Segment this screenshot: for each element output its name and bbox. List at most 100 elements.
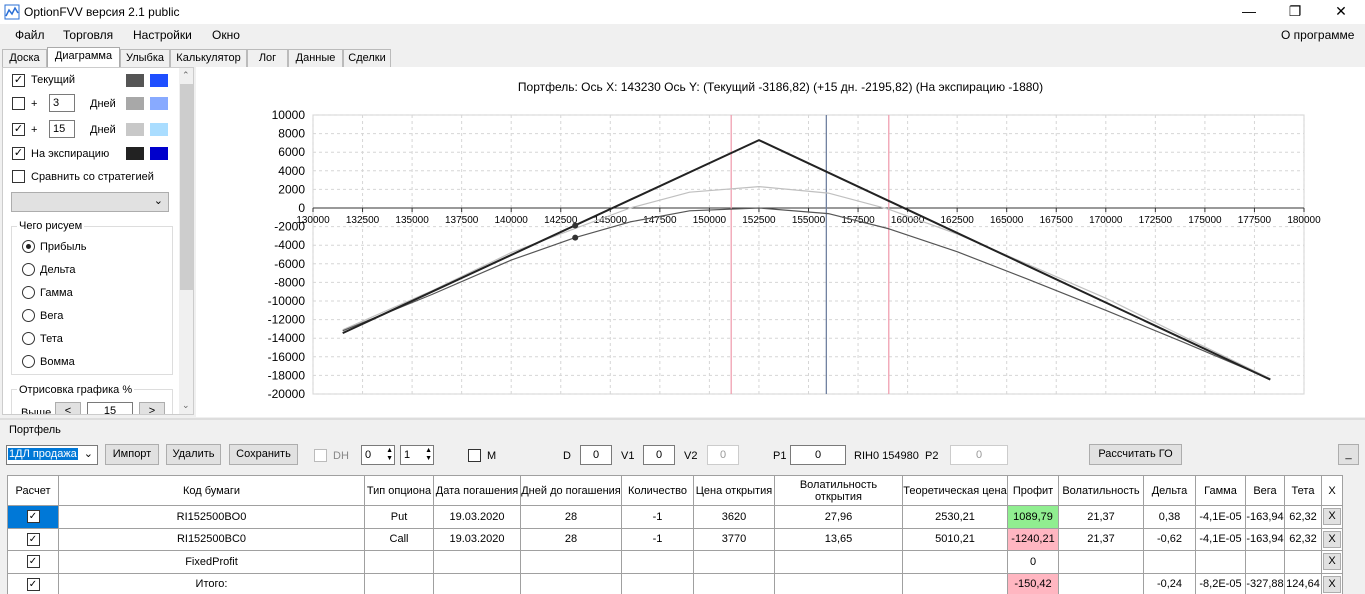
calc-checkbox[interactable]: ✓ xyxy=(26,532,40,546)
table-row[interactable]: ✓ RI152500BC0 Call 19.03.2020 28 -1 3770 13,65 5… xyxy=(7,527,1343,551)
scroll-thumb[interactable] xyxy=(180,84,193,290)
spin-arrows-icon[interactable]: ▲ ▼ xyxy=(425,447,432,463)
collapse-button[interactable]: _ xyxy=(1338,444,1359,465)
left-panel-scrollbar[interactable]: ⌃ ⌄ xyxy=(179,68,193,414)
calc-checkbox[interactable]: ✓ xyxy=(26,555,40,569)
remove-row-button[interactable]: X xyxy=(1323,508,1341,526)
delete-button[interactable]: Удалить xyxy=(166,444,221,465)
calc-checkbox[interactable]: ✓ xyxy=(26,577,40,591)
v1-input[interactable]: 0 xyxy=(643,445,675,465)
save-button[interactable]: Сохранить xyxy=(229,444,298,465)
portfolio-select[interactable]: 1ДЛ продажа ⌄ xyxy=(6,445,98,465)
tab-deals[interactable]: Сделки xyxy=(343,49,391,68)
maximize-button[interactable]: ❐ xyxy=(1272,0,1318,24)
dh-spin-1[interactable]: 0 ▲ ▼ xyxy=(361,445,395,465)
above-input[interactable]: 15 xyxy=(87,402,133,414)
cell-remove[interactable]: X xyxy=(1321,572,1343,594)
col-header-theta[interactable]: Тета xyxy=(1284,475,1322,506)
calc-checkbox[interactable]: ✓ xyxy=(26,510,40,524)
strategy-dropdown[interactable]: ⌄ xyxy=(11,192,169,212)
current-color-swatch-2[interactable] xyxy=(150,74,168,87)
cell-qty: -1 xyxy=(621,505,694,529)
close-button[interactable]: ✕ xyxy=(1318,0,1364,24)
col-header-remove[interactable]: X xyxy=(1321,475,1343,506)
col-header-vol[interactable]: Волатильность xyxy=(1058,475,1144,506)
plus-days-1-input[interactable]: 3 xyxy=(49,94,75,112)
menu-window[interactable]: Окно xyxy=(212,28,240,42)
v2-input[interactable]: 0 xyxy=(707,445,739,465)
p1-input[interactable]: 0 xyxy=(790,445,846,465)
radio-vomma[interactable] xyxy=(22,355,35,368)
col-header-expiry-date[interactable]: Дата погашения xyxy=(433,475,521,506)
table-row[interactable]: ✓ Итого: -150,42 -0,24 -8,2E-05 -327,88 124,64… xyxy=(7,572,1343,594)
current-checkbox[interactable]: ✓ xyxy=(12,74,25,87)
plus-days-2-input[interactable]: 15 xyxy=(49,120,75,138)
tab-calculator[interactable]: Калькулятор xyxy=(170,49,247,68)
radio-delta[interactable] xyxy=(22,263,35,276)
col-header-vega[interactable]: Вега xyxy=(1245,475,1285,506)
tab-diagram[interactable]: Диаграмма xyxy=(47,47,120,68)
cell-calc[interactable]: ✓ xyxy=(7,572,59,594)
col-header-gamma[interactable]: Гамма xyxy=(1195,475,1246,506)
table-row[interactable]: ✓ FixedProfit 0 X xyxy=(7,550,1343,574)
tab-smile[interactable]: Улыбка xyxy=(120,49,170,68)
current-color-swatch[interactable] xyxy=(126,74,144,87)
p2-input[interactable]: 0 xyxy=(950,445,1008,465)
remove-row-button[interactable]: X xyxy=(1323,553,1341,571)
table-row[interactable]: ✓ RI152500BO0 Put 19.03.2020 28 -1 3620 27,96 25… xyxy=(7,505,1343,529)
minimize-button[interactable]: — xyxy=(1226,0,1272,24)
remove-row-button[interactable]: X xyxy=(1323,575,1341,593)
cell-calc[interactable]: ✓ xyxy=(7,550,59,574)
cell-calc[interactable]: ✓ xyxy=(7,527,59,551)
plus-days-2-checkbox[interactable]: ✓ xyxy=(12,123,25,136)
radio-gamma[interactable] xyxy=(22,286,35,299)
expiry-checkbox[interactable]: ✓ xyxy=(12,147,25,160)
menu-about[interactable]: О программе xyxy=(1281,28,1354,42)
col-header-days[interactable]: Дней до погашения xyxy=(520,475,622,506)
plus-days-2-color-swatch-2[interactable] xyxy=(150,123,168,136)
compare-checkbox[interactable] xyxy=(12,170,25,183)
plus-days-1-checkbox[interactable] xyxy=(12,97,25,110)
dh-spin-2[interactable]: 1 ▲ ▼ xyxy=(400,445,434,465)
plus-days-2-color-swatch[interactable] xyxy=(126,123,144,136)
col-header-delta[interactable]: Дельта xyxy=(1143,475,1196,506)
col-header-code[interactable]: Код бумаги xyxy=(58,475,365,506)
plus-days-1-color-swatch[interactable] xyxy=(126,97,144,110)
spin-arrows-icon[interactable]: ▲ ▼ xyxy=(386,447,393,463)
menu-trading[interactable]: Торговля xyxy=(63,28,113,42)
splitter[interactable] xyxy=(0,418,1365,420)
radio-theta[interactable] xyxy=(22,332,35,345)
expiry-color-swatch[interactable] xyxy=(126,147,144,160)
col-header-open-price[interactable]: Цена открытия xyxy=(693,475,775,506)
menu-settings[interactable]: Настройки xyxy=(133,28,192,42)
menu-file[interactable]: Файл xyxy=(15,28,45,42)
plus-days-1-color-swatch-2[interactable] xyxy=(150,97,168,110)
col-header-theo-price[interactable]: Теоретическая цена xyxy=(902,475,1008,506)
d-input[interactable]: 0 xyxy=(580,445,612,465)
col-header-qty[interactable]: Количество xyxy=(621,475,694,506)
cell-calc[interactable]: ✓ xyxy=(7,505,59,529)
radio-profit[interactable] xyxy=(22,240,35,253)
cell-vol: 21,37 xyxy=(1058,505,1144,529)
import-button[interactable]: Импорт xyxy=(105,444,159,465)
cell-remove[interactable]: X xyxy=(1321,505,1343,529)
col-header-open-vol[interactable]: Волатильность открытия xyxy=(774,475,903,506)
cell-remove[interactable]: X xyxy=(1321,527,1343,551)
tab-data[interactable]: Данные xyxy=(288,49,343,68)
remove-row-button[interactable]: X xyxy=(1323,530,1341,548)
calc-margin-button[interactable]: Рассчитать ГО xyxy=(1089,444,1182,465)
col-header-calc[interactable]: Расчет xyxy=(7,475,59,506)
expiry-color-swatch-2[interactable] xyxy=(150,147,168,160)
dh-checkbox[interactable] xyxy=(314,449,327,462)
above-increase-button[interactable]: > xyxy=(139,402,165,414)
y-tick-label: 4000 xyxy=(278,164,305,178)
col-header-type[interactable]: Тип опциона xyxy=(364,475,434,506)
cell-remove[interactable]: X xyxy=(1321,550,1343,574)
above-decrease-button[interactable]: < xyxy=(55,402,81,414)
col-header-profit[interactable]: Профит xyxy=(1007,475,1059,506)
payoff-chart[interactable]: 1000080006000400020000-2000-4000-6000-80… xyxy=(196,67,1365,417)
m-checkbox[interactable] xyxy=(468,449,481,462)
tab-board[interactable]: Доска xyxy=(2,49,47,68)
radio-vega[interactable] xyxy=(22,309,35,322)
tab-log[interactable]: Лог xyxy=(247,49,288,68)
